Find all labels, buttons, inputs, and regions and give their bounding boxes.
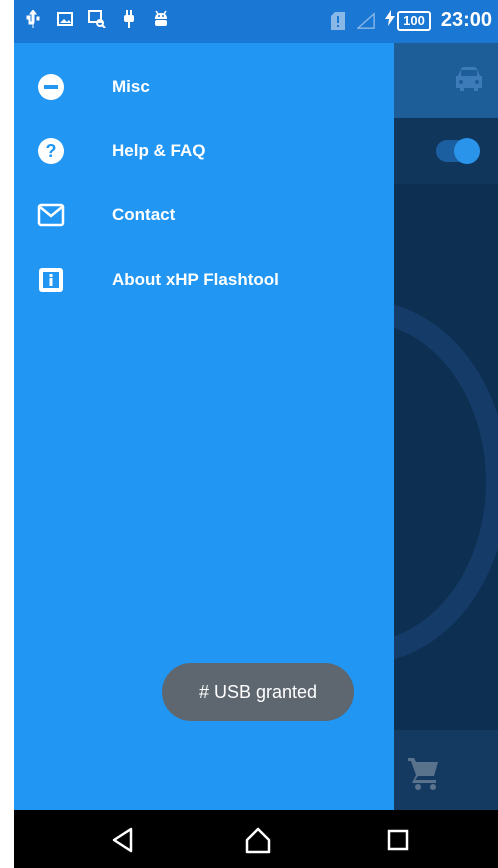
svg-text:?: ? [46,141,57,161]
drawer-item-contact[interactable]: Contact [14,183,394,247]
charging-plug-icon [120,10,138,28]
car-icon[interactable] [452,64,486,94]
shopping-cart-icon[interactable] [404,752,444,792]
mail-icon [36,200,66,230]
screen: 100 23:00 Misc ? Help & FAQ Contact Abou… [14,0,498,868]
drawer-item-label: Help & FAQ [112,141,206,160]
status-system-icons: 100 23:00 [329,9,492,32]
info-icon [36,265,66,295]
drawer-item-label: Contact [112,205,176,224]
battery-level: 100 [397,10,431,31]
toast-message: # USB granted [162,663,354,721]
screen-search-icon [88,10,106,28]
drawer-item-help-faq[interactable]: ? Help & FAQ [14,119,394,183]
minus-circle-icon [36,72,66,102]
help-circle-icon: ? [36,136,66,166]
android-debug-icon [152,10,170,28]
image-icon [56,10,74,28]
status-bar: 100 23:00 [14,0,498,43]
drawer-item-label: Misc [112,77,150,96]
navigation-bar [14,810,498,868]
recents-icon[interactable] [382,824,414,856]
status-notifications [24,10,170,28]
home-icon[interactable] [242,824,274,856]
drawer-item-misc[interactable]: Misc [14,55,394,119]
drawer-item-about[interactable]: About xHP Flashtool [14,248,394,312]
background-toggle-knob[interactable] [454,138,480,164]
sim-alert-icon [329,11,347,30]
charging-bolt-icon [385,10,396,31]
clock: 23:00 [440,9,492,31]
battery-indicator: 100 [385,10,431,31]
signal-icon [357,11,375,30]
usb-icon [24,10,42,28]
drawer-item-label: About xHP Flashtool [112,270,279,289]
back-icon[interactable] [107,824,139,856]
